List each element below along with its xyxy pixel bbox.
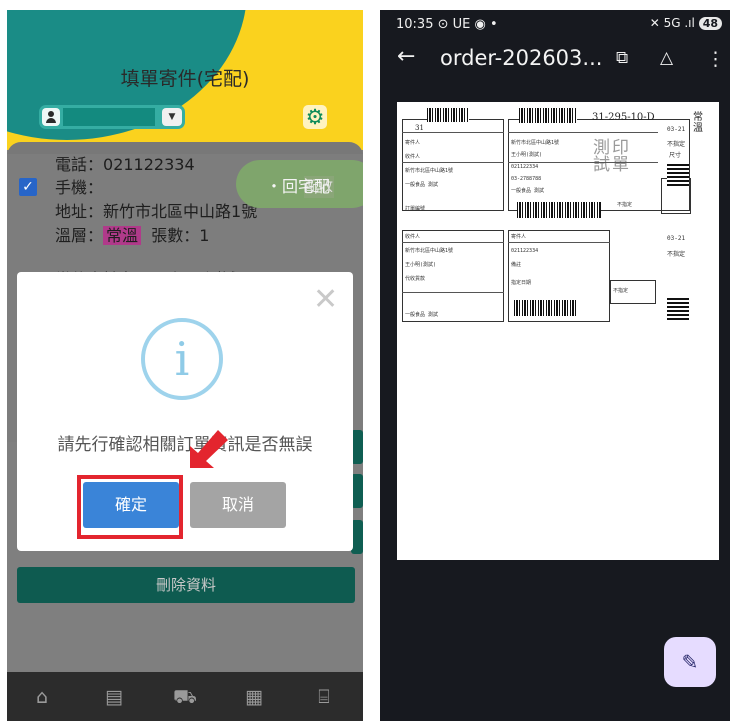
sender-text: 寄件人: [405, 140, 421, 146]
rule: [402, 242, 504, 243]
date-tag: 03-21: [667, 126, 686, 133]
confirm-dialog: ✕ i 請先行確認相關訂單資訊是否無誤 確定 取消: [17, 272, 353, 551]
truck-icon[interactable]: ⛟: [173, 686, 197, 708]
temp-tag: 常溫: [693, 112, 703, 134]
barcode: [519, 108, 577, 123]
address-text: 新竹市北區中山路1號: [405, 168, 454, 174]
rule: [402, 292, 504, 293]
page-title: 填單寄件(宅配): [120, 68, 250, 90]
address-line: 地址：新竹市北區中山路1號: [55, 200, 257, 223]
route-code: 31-295-10-D: [592, 112, 655, 123]
recipient-text: 收件人: [405, 154, 421, 160]
address-text-2: 新竹市北區中山路1號: [511, 140, 560, 146]
qr-code: [667, 164, 689, 186]
chevron-down-icon: ▼: [162, 108, 182, 126]
rule: [508, 242, 610, 243]
goods-text-b: 一般食品 測試: [405, 312, 439, 318]
edit-icon[interactable]: ✎: [664, 637, 716, 687]
rule: [402, 132, 504, 133]
cancel-button[interactable]: 取消: [190, 482, 286, 528]
barcode: [514, 300, 576, 316]
address-value: 新竹市北區中山路1號: [103, 202, 258, 221]
document-title: order-202603...: [440, 46, 603, 70]
name-text: 王小明(測試): [511, 152, 543, 158]
document-icon[interactable]: ▤: [103, 686, 125, 708]
unspecified-tag: 不指定: [667, 141, 686, 148]
rule: [402, 162, 504, 163]
sheets-label: 張數：: [151, 226, 200, 245]
pointer-arrow-icon: [190, 430, 228, 468]
test-stamp: 測印試單: [593, 138, 631, 175]
goods-text-2: 一般食品 測試: [511, 188, 545, 194]
cod-text-b: 代收貨款: [405, 276, 426, 282]
status-icons: ⊙ UE ◉ •: [437, 17, 498, 32]
status-bar-left: 10:35 ⊙ UE ◉ •: [396, 17, 498, 32]
unspecified-text: 不指定: [617, 202, 633, 208]
account-selector[interactable]: ▼: [39, 105, 185, 129]
mobile-line: 手機：: [55, 176, 103, 199]
mobile-label: 手機：: [55, 178, 104, 197]
route-number: 31: [415, 124, 424, 132]
order-number-text: 訂單編號: [405, 206, 426, 212]
goods-text: 一般食品 測試: [405, 182, 439, 188]
return-pill-label: ・回宅配: [266, 177, 331, 196]
phone-text-2: 03-2788788: [511, 176, 542, 182]
account-name-redacted: [63, 108, 155, 126]
gear-icon[interactable]: ⚙: [303, 105, 327, 129]
address-text-b: 新竹市北區中山路1號: [405, 248, 454, 254]
close-icon[interactable]: ✕: [313, 285, 338, 315]
status-time: 10:35: [396, 17, 434, 32]
size-tag: 尺寸: [669, 152, 682, 159]
status-bar-right: ✕ 5G .ıl 48: [650, 16, 722, 30]
delete-data-button[interactable]: 刪除資料: [17, 567, 355, 603]
date-tag-b: 03-21: [667, 235, 686, 242]
recipient-text-b: 收件人: [405, 234, 421, 240]
app-header: 填單寄件(宅配): [7, 10, 363, 150]
pdf-page: 31-295-10-D 31 常溫 03-21 不指定 尺寸 測印試單 寄件人 …: [397, 102, 719, 560]
return-delivery-button[interactable]: 配收 ・回宅配: [236, 160, 363, 208]
order-checkbox[interactable]: ✓: [19, 178, 37, 196]
barcode: [517, 202, 601, 218]
address-label: 地址：: [55, 202, 104, 221]
left-phone-screen: 填單寄件(宅配) ▼ ⚙ ✓ 電話：021122334 手機： 地址：新竹市北區…: [7, 10, 363, 721]
phone-value: 021122334: [103, 155, 195, 174]
bottom-tab-bar: ⌂ ▤ ⛟ ▦ ⌸: [7, 672, 363, 721]
back-arrow-icon[interactable]: ←: [397, 44, 415, 69]
battery-icon: 48: [698, 17, 722, 30]
person-icon: [42, 108, 60, 126]
store-icon[interactable]: ⌸: [313, 686, 335, 708]
home-icon[interactable]: ⌂: [31, 686, 53, 708]
info-icon: i: [141, 318, 223, 400]
search-doc-icon[interactable]: ⧉: [616, 48, 628, 68]
temp-line: 溫層： 常溫 張數：1: [55, 224, 209, 247]
sheets-value: 1: [199, 226, 210, 245]
right-phone-screen: 10:35 ⊙ UE ◉ • ✕ 5G .ıl 48 ← order-20260…: [380, 10, 730, 721]
rule: [508, 162, 658, 163]
more-icon[interactable]: ⋮: [706, 48, 725, 70]
confirm-button[interactable]: 確定: [83, 482, 179, 528]
temp-label: 溫層：: [55, 226, 104, 245]
unspecified-tag-b: 不指定: [667, 251, 686, 258]
date-text-b: 指定日期: [511, 280, 532, 286]
building-icon[interactable]: ▦: [243, 686, 265, 708]
qr-code: [667, 298, 689, 320]
temp-badge: 常溫: [103, 226, 142, 245]
phone-line: 電話：021122334: [55, 153, 195, 176]
signal-icons: ✕ 5G .ıl: [649, 16, 695, 30]
drive-add-icon[interactable]: △: [660, 48, 673, 68]
phone-label: 電話：: [55, 155, 104, 174]
unspecified-text-b: 不指定: [613, 288, 629, 294]
rule: [508, 132, 658, 133]
remark-text-b: 備註: [511, 262, 522, 268]
name-text-b: 王小明(測試): [405, 262, 437, 268]
phone-text-b: 021122334: [511, 248, 539, 254]
barcode: [427, 108, 469, 122]
sender-text-b: 寄件人: [511, 234, 527, 240]
phone-text: 021122334: [511, 164, 539, 170]
